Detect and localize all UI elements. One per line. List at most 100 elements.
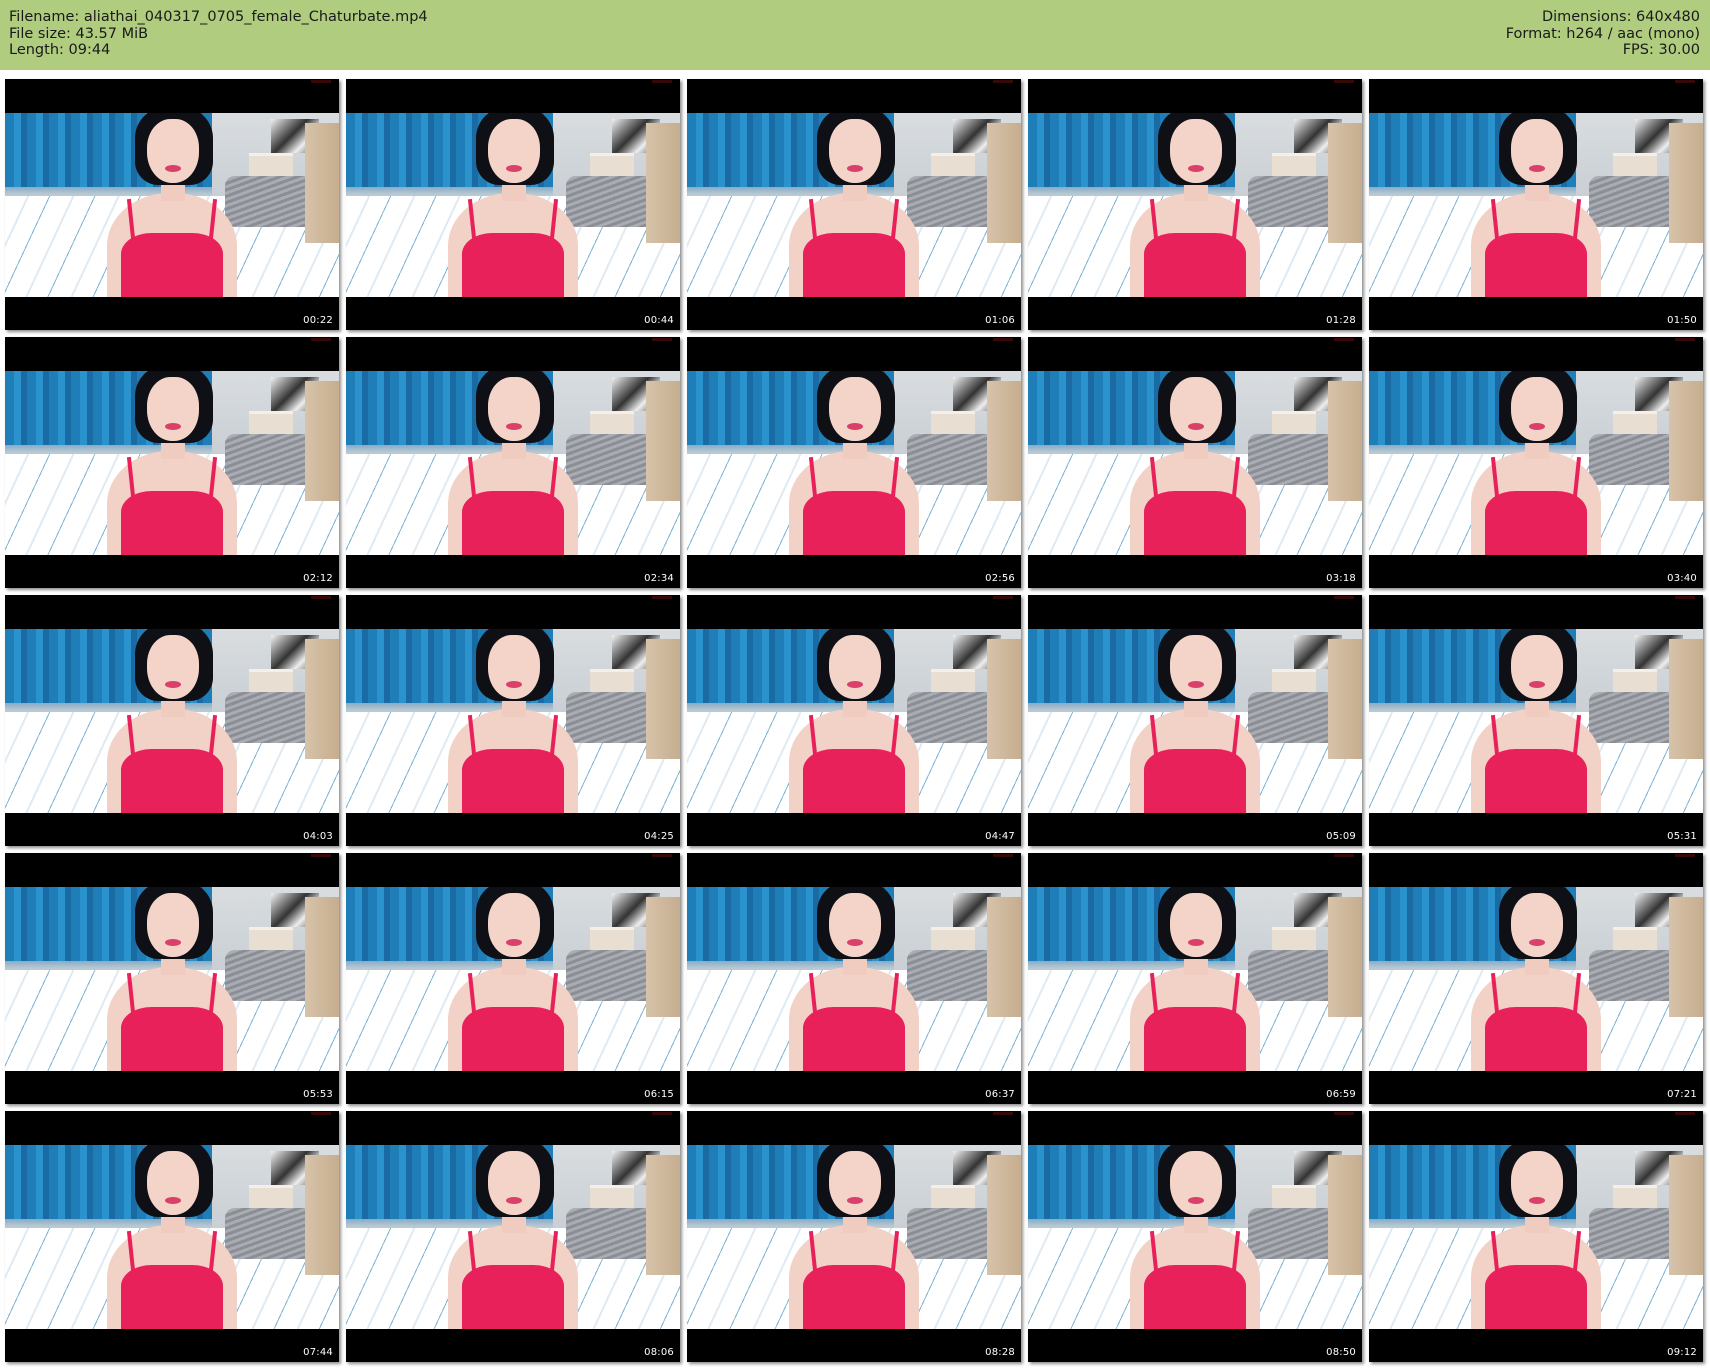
person-figure <box>789 1145 919 1329</box>
headboard-shape <box>305 381 339 501</box>
watermark-mark <box>993 596 1013 599</box>
lips-shape <box>1188 1197 1204 1204</box>
watermark-mark <box>311 80 331 83</box>
face-shape <box>829 893 881 957</box>
thumbnail[interactable]: 08:06 <box>346 1111 680 1362</box>
video-frame-image <box>687 113 1021 297</box>
watermark-mark <box>1675 1112 1695 1115</box>
lips-shape <box>165 939 181 946</box>
thumbnail-timestamp: 06:59 <box>1326 1089 1356 1100</box>
thumbnail-timestamp: 01:06 <box>985 315 1015 326</box>
lips-shape <box>847 939 863 946</box>
thumbnail[interactable]: 07:44 <box>5 1111 339 1362</box>
lips-shape <box>847 423 863 430</box>
person-figure <box>448 887 578 1071</box>
thumbnail[interactable]: 03:40 <box>1369 337 1703 588</box>
tank-top-shape <box>1485 491 1587 555</box>
face-shape <box>1511 893 1563 957</box>
thumbnail[interactable]: 02:56 <box>687 337 1021 588</box>
tank-top-shape <box>1485 233 1587 297</box>
headboard-shape <box>987 897 1021 1017</box>
headboard-shape <box>646 639 680 759</box>
format-text: Format: h264 / aac (mono) <box>1505 25 1700 42</box>
thumbnail[interactable]: 06:37 <box>687 853 1021 1104</box>
thumbnail[interactable]: 09:12 <box>1369 1111 1703 1362</box>
tank-top-shape <box>803 1265 905 1329</box>
video-frame-image <box>1028 887 1362 1071</box>
thumbnail-timestamp: 08:50 <box>1326 1347 1356 1358</box>
thumbnail[interactable]: 06:59 <box>1028 853 1362 1104</box>
lips-shape <box>165 423 181 430</box>
face-shape <box>1170 119 1222 183</box>
thumbnail[interactable]: 06:15 <box>346 853 680 1104</box>
face-shape <box>1170 893 1222 957</box>
thumbnail[interactable]: 01:06 <box>687 79 1021 330</box>
face-shape <box>488 1151 540 1215</box>
tank-top-shape <box>803 749 905 813</box>
video-frame-image <box>1028 629 1362 813</box>
headboard-shape <box>1669 123 1703 243</box>
thumbnail[interactable]: 05:09 <box>1028 595 1362 846</box>
lips-shape <box>506 423 522 430</box>
thumbnail[interactable]: 05:53 <box>5 853 339 1104</box>
thumbnail-timestamp: 03:40 <box>1667 573 1697 584</box>
thumbnail[interactable]: 00:44 <box>346 79 680 330</box>
person-figure <box>1130 1145 1260 1329</box>
thumbnail-timestamp: 07:21 <box>1667 1089 1697 1100</box>
headboard-shape <box>305 897 339 1017</box>
thumbnail[interactable]: 02:12 <box>5 337 339 588</box>
watermark-mark <box>993 1112 1013 1115</box>
thumbnail[interactable]: 05:31 <box>1369 595 1703 846</box>
person-figure <box>1471 629 1601 813</box>
face-shape <box>488 119 540 183</box>
video-frame-image <box>687 371 1021 555</box>
lips-shape <box>506 939 522 946</box>
headboard-shape <box>646 897 680 1017</box>
headboard-shape <box>646 123 680 243</box>
length-text: Length: 09:44 <box>9 42 111 58</box>
thumbnail[interactable]: 04:47 <box>687 595 1021 846</box>
tank-top-shape <box>462 749 564 813</box>
face-shape <box>147 1151 199 1215</box>
face-shape <box>488 635 540 699</box>
video-frame-image <box>1369 371 1703 555</box>
thumbnail-timestamp: 08:28 <box>985 1347 1015 1358</box>
thumbnail[interactable]: 07:21 <box>1369 853 1703 1104</box>
thumbnail-timestamp: 02:34 <box>644 573 674 584</box>
thumbnail[interactable]: 08:50 <box>1028 1111 1362 1362</box>
watermark-mark <box>311 854 331 857</box>
thumbnail-timestamp: 01:50 <box>1667 315 1697 326</box>
person-figure <box>1471 887 1601 1071</box>
person-figure <box>448 1145 578 1329</box>
headboard-shape <box>1328 897 1362 1017</box>
thumbnail[interactable]: 00:22 <box>5 79 339 330</box>
watermark-mark <box>1334 80 1354 83</box>
thumbnail[interactable]: 08:28 <box>687 1111 1021 1362</box>
headboard-shape <box>987 381 1021 501</box>
video-frame-image <box>687 1145 1021 1329</box>
lips-shape <box>1188 681 1204 688</box>
person-figure <box>789 113 919 297</box>
file-info-right: Dimensions: 640x480 Format: h264 / aac (… <box>1506 9 1700 59</box>
person-figure <box>107 371 237 555</box>
thumbnail[interactable]: 03:18 <box>1028 337 1362 588</box>
headboard-shape <box>987 123 1021 243</box>
face-shape <box>829 635 881 699</box>
face-shape <box>829 377 881 441</box>
lips-shape <box>506 681 522 688</box>
thumbnail-timestamp: 09:12 <box>1667 1347 1697 1358</box>
thumbnail[interactable]: 04:25 <box>346 595 680 846</box>
headboard-shape <box>1669 1155 1703 1275</box>
video-frame-image <box>346 629 680 813</box>
watermark-mark <box>652 80 672 83</box>
video-frame-image <box>1369 113 1703 297</box>
fps-text: FPS: 30.00 <box>1622 42 1700 58</box>
tank-top-shape <box>1485 749 1587 813</box>
lips-shape <box>1529 681 1545 688</box>
thumbnail[interactable]: 01:50 <box>1369 79 1703 330</box>
thumbnail[interactable]: 02:34 <box>346 337 680 588</box>
thumbnail[interactable]: 01:28 <box>1028 79 1362 330</box>
headboard-shape <box>1669 639 1703 759</box>
thumbnail[interactable]: 04:03 <box>5 595 339 846</box>
video-frame-image <box>1369 887 1703 1071</box>
